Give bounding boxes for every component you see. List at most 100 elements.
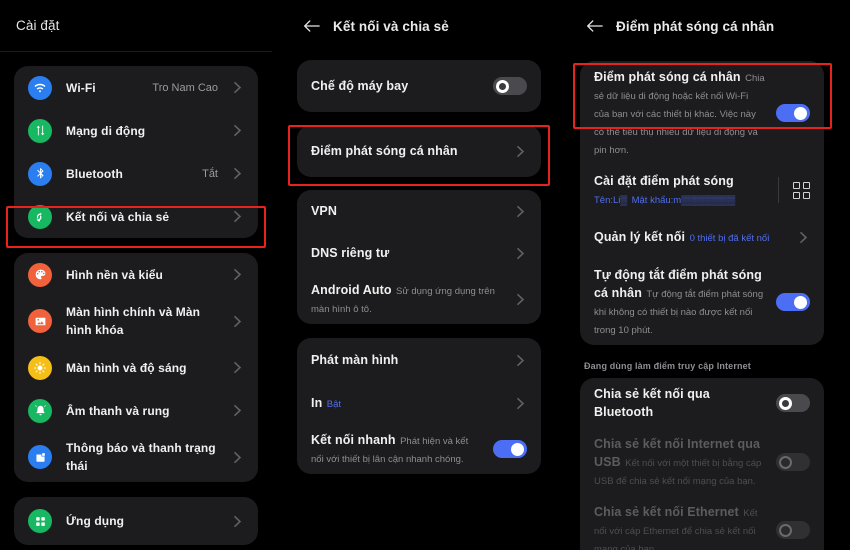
sidebar-item-label: Màn hình và độ sáng	[66, 360, 187, 375]
row-text: Điểm phát sóng cá nhân Chia sẻ dữ liệu d…	[594, 61, 766, 165]
settings-scroll-area[interactable]: Wi-Fi Tro Nam Cao Mạng di động Bluetooth…	[0, 52, 272, 550]
row-label: Điểm phát sóng cá nhân	[594, 70, 741, 84]
sidebar-item-label: Wi-Fi	[66, 80, 96, 95]
sidebar-item-brightness[interactable]: Màn hình và độ sáng	[14, 346, 258, 389]
row-sublabel: Chia sẻ dữ liệu di động hoặc kết nối Wi-…	[594, 73, 765, 156]
connection-share-scroll-area[interactable]: Chế độ máy bay Điểm phát sóng cá nhân VP…	[283, 52, 555, 550]
bluetooth-tethering-toggle[interactable]	[776, 394, 810, 412]
row-sublabel: 0 thiết bị đã kết nối	[689, 233, 770, 244]
row-text: Cài đặt điểm phát sóng Tên:Li▒ Mật khẩu:…	[594, 165, 770, 215]
row-hotspot-settings[interactable]: Cài đặt điểm phát sóng Tên:Li▒ Mật khẩu:…	[580, 165, 824, 215]
connection-share-header: Kết nối và chia sẻ	[283, 0, 555, 52]
sidebar-item-value: Tro Nam Cao	[152, 81, 218, 94]
row-screen-cast[interactable]: Phát màn hình	[297, 338, 541, 382]
chevron-right-icon	[230, 81, 244, 95]
row-android-auto[interactable]: Android Auto Sử dụng ứng dụng trên màn h…	[297, 274, 541, 324]
row-text: Kết nối nhanh Phát hiện và kết nối với t…	[311, 424, 483, 474]
sidebar-item-sound-vibration[interactable]: Âm thanh và rung	[14, 389, 258, 432]
three-panel-screenshot: Cài đặt Wi-Fi Tro Nam Cao Mạng di động B…	[0, 0, 850, 550]
notification-icon	[28, 445, 52, 469]
mobile-data-icon	[28, 118, 52, 143]
hotspot-main-card: Điểm phát sóng cá nhân Chia sẻ dữ liệu d…	[580, 61, 824, 345]
chevron-right-icon	[230, 124, 244, 138]
row-text: Tự động tắt điểm phát sóng cá nhân Tự độ…	[594, 259, 766, 345]
row-sublabel: Bật	[326, 399, 342, 410]
row-text: Android Auto Sử dụng ứng dụng trên màn h…	[311, 274, 509, 324]
row-label: Phát màn hình	[311, 353, 399, 367]
settings-group-display: Hình nền và kiểu Màn hình chính và Màn h…	[14, 253, 258, 482]
chevron-right-icon	[230, 167, 244, 181]
row-usb-tethering: Chia sẻ kết nối Internet qua USB Kết nối…	[580, 428, 824, 496]
row-label: Chia sẻ kết nối Ethernet	[594, 505, 739, 519]
row-text: Chia sẻ kết nối qua Bluetooth	[594, 378, 766, 428]
airplane-mode-card: Chế độ máy bay	[297, 60, 541, 112]
chevron-right-icon	[230, 361, 244, 375]
row-personal-hotspot-toggle[interactable]: Điểm phát sóng cá nhân Chia sẻ dữ liệu d…	[580, 61, 824, 165]
sidebar-item-label: Thông báo và thanh trạng thái	[66, 441, 216, 473]
back-arrow-icon[interactable]	[582, 14, 606, 38]
row-text: Quản lý kết nối 0 thiết bị đã kết nối	[594, 221, 792, 253]
sidebar-item-wallpaper[interactable]: Hình nền và kiểu	[14, 253, 258, 296]
sidebar-item-wifi[interactable]: Wi-Fi Tro Nam Cao	[14, 66, 258, 109]
sidebar-item-text: Bluetooth	[66, 158, 202, 190]
chevron-right-icon	[513, 246, 527, 260]
chevron-right-icon	[230, 314, 244, 328]
vpn-dns-card: VPN DNS riêng tư Android Auto Sử dụng ứn…	[297, 190, 541, 324]
back-arrow-icon[interactable]	[299, 14, 323, 38]
row-label: Android Auto	[311, 283, 392, 297]
row-label: DNS riêng tư	[311, 246, 390, 260]
settings-group-apps: Ứng dụng	[14, 497, 258, 545]
row-private-dns[interactable]: DNS riêng tư	[297, 232, 541, 274]
row-label: In	[311, 396, 323, 410]
row-personal-hotspot[interactable]: Điểm phát sóng cá nhân	[297, 125, 541, 177]
sidebar-item-apps[interactable]: Ứng dụng	[14, 497, 258, 545]
panel-hotspot: Điểm phát sóng cá nhân Điểm phát sóng cá…	[566, 0, 838, 550]
row-auto-disable-hotspot[interactable]: Tự động tắt điểm phát sóng cá nhân Tự độ…	[580, 259, 824, 345]
sidebar-item-bluetooth[interactable]: Bluetooth Tắt	[14, 152, 258, 195]
page-title: Kết nối và chia sẻ	[333, 18, 449, 34]
auto-disable-hotspot-toggle[interactable]	[776, 293, 810, 311]
row-text: Chia sẻ kết nối Internet qua USB Kết nối…	[594, 428, 766, 496]
sidebar-item-label: Hình nền và kiểu	[66, 267, 163, 282]
wallpaper-icon	[28, 262, 52, 287]
sidebar-item-text: Màn hình và độ sáng	[66, 352, 226, 384]
row-bluetooth-tethering[interactable]: Chia sẻ kết nối qua Bluetooth	[580, 378, 824, 428]
row-print[interactable]: In Bật	[297, 382, 541, 424]
sidebar-item-text: Mạng di động	[66, 115, 226, 147]
row-vpn[interactable]: VPN	[297, 190, 541, 232]
sidebar-item-mobile-network[interactable]: Mạng di động	[14, 109, 258, 152]
sidebar-item-value: Tắt	[202, 167, 218, 180]
personal-hotspot-toggle[interactable]	[776, 104, 810, 122]
sidebar-item-label: Âm thanh và rung	[66, 403, 170, 418]
panel-settings: Cài đặt Wi-Fi Tro Nam Cao Mạng di động B…	[0, 0, 272, 550]
chevron-right-icon	[796, 230, 810, 244]
hotspot-entry-card: Điểm phát sóng cá nhân	[297, 125, 541, 177]
row-sublabel-name: Tên:Li▒	[594, 195, 628, 206]
bluetooth-icon	[28, 161, 52, 186]
sidebar-item-text: Màn hình chính và Màn hình khóa	[66, 296, 226, 346]
row-manage-connections[interactable]: Quản lý kết nối 0 thiết bị đã kết nối	[580, 215, 824, 259]
sidebar-item-connection-share[interactable]: Kết nối và chia sẻ	[14, 195, 258, 238]
divider	[778, 177, 779, 203]
sidebar-item-home-lock-screen[interactable]: Màn hình chính và Màn hình khóa	[14, 296, 258, 346]
chevron-right-icon	[230, 404, 244, 418]
settings-header: Cài đặt	[0, 0, 272, 52]
chevron-right-icon	[513, 396, 527, 410]
row-airplane-mode[interactable]: Chế độ máy bay	[297, 60, 541, 112]
sidebar-item-text: Âm thanh và rung	[66, 395, 226, 427]
usb-tethering-toggle	[776, 453, 810, 471]
apps-icon	[28, 509, 52, 533]
airplane-mode-toggle[interactable]	[493, 77, 527, 95]
row-quick-connect[interactable]: Kết nối nhanh Phát hiện và kết nối với t…	[297, 424, 541, 474]
row-label: Điểm phát sóng cá nhân	[311, 144, 458, 158]
qr-code-button[interactable]	[778, 177, 810, 203]
row-text: Phát màn hình	[311, 344, 509, 376]
row-text: DNS riêng tư	[311, 237, 509, 269]
sidebar-item-notifications[interactable]: Thông báo và thanh trạng thái	[14, 432, 258, 482]
panel-divider-2	[555, 0, 566, 550]
sidebar-item-label: Ứng dụng	[66, 514, 125, 528]
hotspot-scroll-area[interactable]: Điểm phát sóng cá nhân Chia sẻ dữ liệu d…	[566, 52, 838, 550]
sidebar-item-text: Thông báo và thanh trạng thái	[66, 432, 226, 482]
quick-connect-toggle[interactable]	[493, 440, 527, 458]
sidebar-item-label: Mạng di động	[66, 123, 146, 138]
